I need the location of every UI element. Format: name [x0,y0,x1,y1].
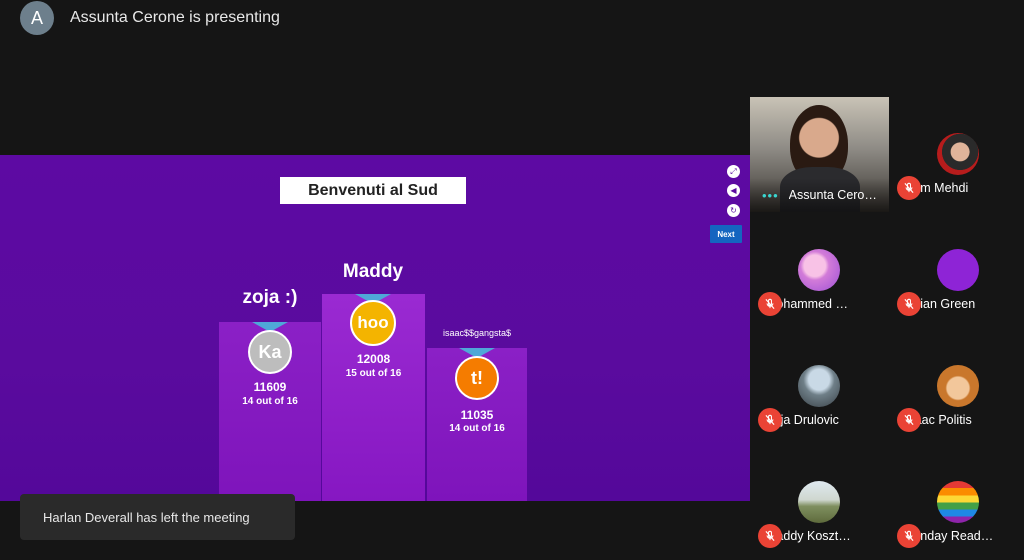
podium-name-first: Maddy [342,261,404,282]
participant-tile[interactable]: Maddy Koszt… [750,445,889,560]
refresh-icon[interactable]: ↻ [727,204,740,217]
mic-off-icon [897,176,921,200]
participant-tile[interactable]: Isaac Politis [889,329,1024,445]
podium-score: 11609 [253,380,287,394]
mic-off-icon [758,408,782,432]
mic-off-icon [897,524,921,548]
next-button[interactable]: Next [710,225,742,243]
podium-score: 11035 [460,408,494,422]
participant-name-row: Lillian Green [897,292,975,316]
presenter-avatar: A [20,1,54,35]
participant-name-row: Sunday Read… [897,524,993,548]
participant-avatar [937,481,979,523]
mic-off-icon [758,524,782,548]
sound-icon[interactable]: ◀ [727,184,740,197]
participant-name-row: Maddy Koszt… [758,524,851,548]
mic-off-icon [897,408,921,432]
participant-avatar [937,365,979,407]
podium-correct: 14 out of 16 [449,423,505,434]
participant-avatar [937,133,979,175]
participant-tile[interactable]: Mohammed … [750,213,889,329]
participant-tile-camera[interactable]: ••• Assunta Cero… [750,97,889,212]
left-meeting-toast: Harlan Deverall has left the meeting [20,494,295,540]
podium-first: hoo 12008 15 out of 16 [322,294,425,501]
medal-silver-icon: Ka [248,330,292,374]
participant-tile[interactable]: Zoja Drulovic [750,329,889,445]
podium-third: t! 11035 14 out of 16 [427,348,527,501]
podium-name-third: isaac$$gangsta$ [442,328,512,338]
podium-second: Ka 11609 14 out of 16 [219,322,321,501]
participant-avatar [798,481,840,523]
podium-correct: 14 out of 16 [242,396,298,407]
participant-avatar [798,249,840,291]
participant-name-row: ••• Assunta Cero… [750,178,889,212]
presentation-stage: Benvenuti al Sud ⤢ ◀ ↻ Next zoja :) Ka 1… [0,155,750,501]
participant-name-row: Isaac Politis [897,408,972,432]
participant-name-row: Mohammed … [758,292,848,316]
fullscreen-icon[interactable]: ⤢ [727,165,740,178]
mic-off-icon [897,292,921,316]
presenter-bar: A Assunta Cerone is presenting [20,0,280,36]
presenter-status: Assunta Cerone is presenting [70,9,280,26]
podium-correct: 15 out of 16 [345,368,402,379]
speaking-indicator-icon: ••• [762,187,779,203]
podium-score: 12008 [356,352,391,366]
participant-avatar [798,365,840,407]
participant-avatar [937,249,979,291]
participant-name: Assunta Cero… [788,188,877,202]
participant-tile[interactable]: Sunday Read… [889,445,1024,560]
mic-off-icon [758,292,782,316]
participant-name-row: Sam Mehdi [897,176,968,200]
medal-gold-icon: hoo [350,300,396,346]
podium-name-second: zoja :) [242,287,298,308]
participant-tile[interactable]: Lillian Green [889,213,1024,329]
participant-tile[interactable]: Sam Mehdi [889,97,1024,213]
participant-name-row: Zoja Drulovic [758,408,839,432]
slide-title: Benvenuti al Sud [280,177,466,204]
medal-bronze-icon: t! [455,356,499,400]
